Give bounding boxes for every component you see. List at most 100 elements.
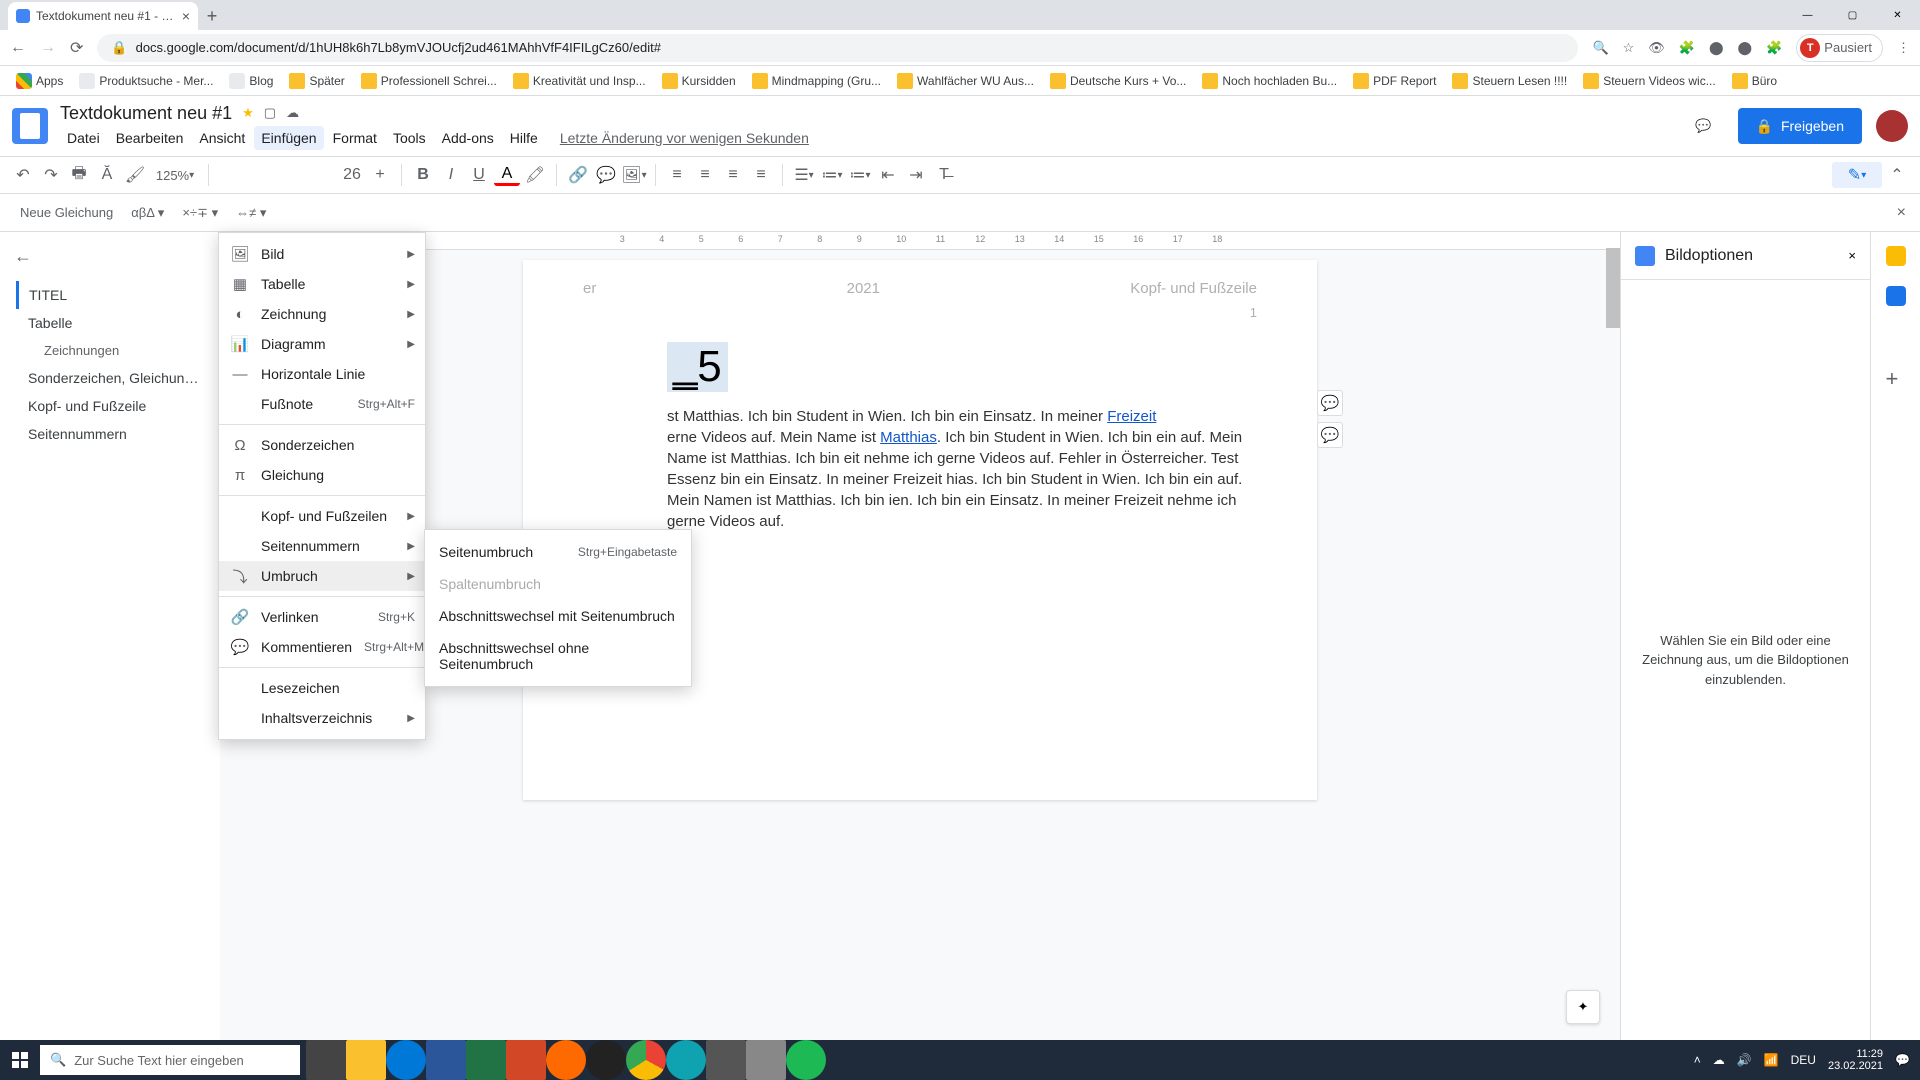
add-comment-icon[interactable]: 💬 xyxy=(1317,390,1343,416)
outline-item[interactable]: Tabelle xyxy=(14,309,212,337)
nav-forward-button[interactable]: → xyxy=(40,39,56,57)
tasks-icon[interactable] xyxy=(1886,286,1906,306)
ext2-icon[interactable]: ⬤ xyxy=(1709,40,1724,56)
submenu-item-abschnitt-mit[interactable]: Abschnittswechsel mit Seitenumbruch xyxy=(425,600,691,632)
tray-wifi-icon[interactable]: 📶 xyxy=(1764,1053,1779,1067)
tray-onedrive-icon[interactable]: ☁ xyxy=(1713,1053,1725,1067)
last-edit-label[interactable]: Letzte Änderung vor wenigen Sekunden xyxy=(553,126,816,150)
edge2-button[interactable] xyxy=(666,1040,706,1080)
horizontal-ruler[interactable]: 3 4 5 6 7 8 9 10 11 12 13 14 15 16 17 18 xyxy=(220,232,1620,250)
outline-title[interactable]: TITEL xyxy=(16,281,212,309)
keep-icon[interactable] xyxy=(1886,246,1906,266)
account-avatar[interactable] xyxy=(1876,110,1908,142)
submenu-item-abschnitt-ohne[interactable]: Abschnittswechsel ohne Seitenumbruch xyxy=(425,632,691,680)
menu-item-gleichung[interactable]: πGleichung xyxy=(219,460,425,490)
menu-item-seitennummern[interactable]: Seitennummern▶ xyxy=(219,531,425,561)
image-button[interactable]: 🖼 xyxy=(621,162,647,188)
menu-item-diagramm[interactable]: 📊Diagramm▶ xyxy=(219,329,425,359)
greek-dropdown[interactable]: αβΔ ▾ xyxy=(131,205,164,221)
suggest-edit-icon[interactable]: 💬 xyxy=(1317,422,1343,448)
bulleted-list-button[interactable]: ≔ xyxy=(847,162,873,188)
menu-format[interactable]: Format xyxy=(326,126,384,150)
align-right-button[interactable]: ≡ xyxy=(720,162,746,188)
app-button[interactable] xyxy=(546,1040,586,1080)
outline-item[interactable]: Sonderzeichen, Gleichungen ... xyxy=(14,364,204,392)
edge-button[interactable] xyxy=(386,1040,426,1080)
add-on-plus-button[interactable]: + xyxy=(1886,366,1906,386)
window-minimize-button[interactable]: — xyxy=(1785,0,1830,30)
bookmark-folder[interactable]: Steuern Videos wic... xyxy=(1577,69,1722,93)
body-link-freizeit[interactable]: Freizeit xyxy=(1107,408,1156,425)
print-button[interactable]: 🖶 xyxy=(66,162,92,188)
line-spacing-button[interactable]: ☰ xyxy=(791,162,817,188)
bookmark-item[interactable]: Blog xyxy=(223,69,279,93)
align-justify-button[interactable]: ≡ xyxy=(748,162,774,188)
nav-reload-button[interactable]: ⟳ xyxy=(70,38,83,58)
word-button[interactable] xyxy=(426,1040,466,1080)
menu-item-inhalt[interactable]: Inhaltsverzeichnis▶ xyxy=(219,703,425,733)
bookmark-folder[interactable]: PDF Report xyxy=(1347,69,1442,93)
bookmark-folder[interactable]: Später xyxy=(283,69,350,93)
star-icon[interactable]: ☆ xyxy=(1623,40,1635,56)
star-icon[interactable]: ★ xyxy=(242,105,254,121)
italic-button[interactable]: I xyxy=(438,162,464,188)
tray-language[interactable]: DEU xyxy=(1791,1053,1816,1067)
taskbar-search-input[interactable]: 🔍 Zur Suche Text hier eingeben xyxy=(40,1045,300,1075)
redo-button[interactable]: ↷ xyxy=(38,162,64,188)
menu-item-kommentieren[interactable]: 💬KommentierenStrg+Alt+M xyxy=(219,632,425,662)
menu-view[interactable]: Ansicht xyxy=(192,126,252,150)
nav-back-button[interactable]: ← xyxy=(10,39,26,57)
menu-item-verlinken[interactable]: 🔗VerlinkenStrg+K xyxy=(219,602,425,632)
bookmark-item[interactable]: Produktsuche - Mer... xyxy=(73,69,219,93)
font-size-value[interactable]: 26 xyxy=(339,162,365,188)
window-maximize-button[interactable]: ▢ xyxy=(1830,0,1875,30)
numbered-list-button[interactable]: ≔ xyxy=(819,162,845,188)
start-button[interactable] xyxy=(0,1040,40,1080)
menu-item-sonderzeichen[interactable]: ΩSonderzeichen xyxy=(219,430,425,460)
menu-item-tabelle[interactable]: ▦Tabelle▶ xyxy=(219,269,425,299)
chrome-button[interactable] xyxy=(626,1040,666,1080)
menu-item-zeichnung[interactable]: ◐Zeichnung▶ xyxy=(219,299,425,329)
menu-item-umbruch[interactable]: ⤵Umbruch▶ xyxy=(219,561,425,591)
text-color-button[interactable]: A xyxy=(494,164,520,186)
explorer-button[interactable] xyxy=(346,1040,386,1080)
app2-button[interactable] xyxy=(706,1040,746,1080)
extensions-icon[interactable]: 🧩 xyxy=(1766,40,1782,56)
close-side-panel-button[interactable]: × xyxy=(1848,248,1856,263)
taskbar-clock[interactable]: 11:29 23.02.2021 xyxy=(1828,1048,1883,1072)
vertical-scrollbar[interactable] xyxy=(1606,248,1620,328)
tray-volume-icon[interactable]: 🔊 xyxy=(1737,1053,1752,1067)
operators-dropdown[interactable]: ×÷∓ ▾ xyxy=(182,205,218,221)
bookmark-folder[interactable]: Kreativität und Insp... xyxy=(507,69,652,93)
document-title[interactable]: Textdokument neu #1 xyxy=(60,103,232,124)
submenu-item-seitenumbruch[interactable]: SeitenumbruchStrg+Eingabetaste xyxy=(425,536,691,568)
bookmark-apps[interactable]: Apps xyxy=(10,69,69,93)
bookmark-folder[interactable]: Steuern Lesen !!!! xyxy=(1446,69,1573,93)
tab-close-icon[interactable]: × xyxy=(182,8,190,24)
open-comments-button[interactable]: 💬 xyxy=(1684,108,1724,144)
menu-insert[interactable]: Einfügen xyxy=(254,126,323,150)
link-button[interactable]: 🔗 xyxy=(565,162,591,188)
font-size-plus[interactable]: + xyxy=(367,162,393,188)
share-button[interactable]: 🔒 Freigeben xyxy=(1738,108,1862,144)
tray-chevron-icon[interactable]: ˄ xyxy=(1694,1053,1701,1067)
paint-format-button[interactable]: 🖌 xyxy=(122,162,148,188)
collapse-toolbar-button[interactable]: ⌃ xyxy=(1884,162,1910,188)
url-field[interactable]: 🔒 docs.google.com/document/d/1hUH8k6h7Lb… xyxy=(97,34,1578,62)
excel-button[interactable] xyxy=(466,1040,506,1080)
new-equation-button[interactable]: Neue Gleichung xyxy=(20,205,113,220)
highlight-button[interactable]: 🖍 xyxy=(522,162,548,188)
align-center-button[interactable]: ≡ xyxy=(692,162,718,188)
bold-button[interactable]: B xyxy=(410,162,436,188)
comment-button[interactable]: 💬 xyxy=(593,162,619,188)
bookmark-folder[interactable]: Wahlfächer WU Aus... xyxy=(891,69,1040,93)
menu-item-bild[interactable]: 🖼Bild▶ xyxy=(219,239,425,269)
bookmark-folder[interactable]: Mindmapping (Gru... xyxy=(746,69,887,93)
zoom-select[interactable]: 125% xyxy=(150,162,200,188)
bookmark-folder[interactable]: Deutsche Kurs + Vo... xyxy=(1044,69,1192,93)
action-center-button[interactable]: 💬 xyxy=(1895,1053,1910,1067)
browser-tab[interactable]: Textdokument neu #1 - Google E × xyxy=(8,2,198,30)
outline-item[interactable]: Zeichnungen xyxy=(30,337,212,364)
window-close-button[interactable]: ✕ xyxy=(1875,0,1920,30)
align-left-button[interactable]: ≡ xyxy=(664,162,690,188)
